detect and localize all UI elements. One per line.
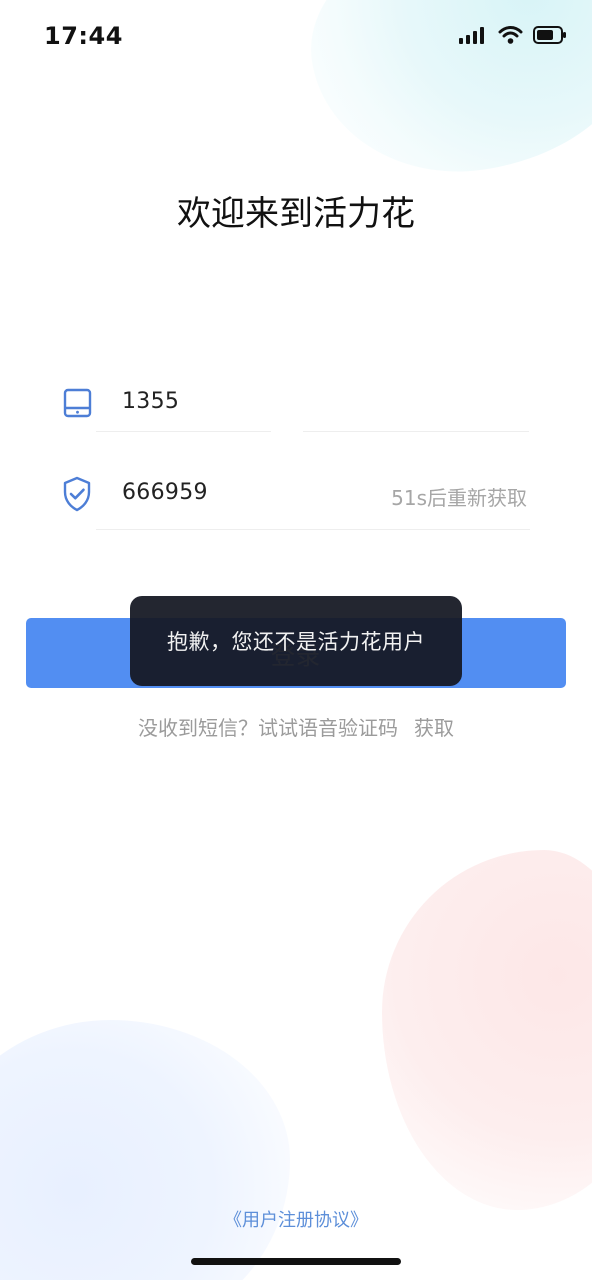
battery-icon [533, 25, 567, 49]
phone-input-underline-left [96, 431, 271, 432]
phone-field-row[interactable]: 1355 [60, 372, 530, 434]
toast-message: 抱歉，您还不是活力花用户 [167, 630, 425, 654]
error-toast: 抱歉，您还不是活力花用户 [130, 596, 462, 686]
shield-check-icon [60, 475, 94, 513]
home-indicator [191, 1258, 401, 1265]
signal-icon [458, 26, 488, 48]
verification-code-underline [96, 529, 530, 530]
phone-input[interactable]: 1355 [122, 389, 179, 414]
status-bar: 17:44 [0, 0, 592, 72]
bottom-left-decoration [0, 1020, 290, 1280]
resend-countdown: 51s后重新获取 [391, 486, 527, 510]
status-icons [458, 25, 567, 49]
phone-input-underline-right [303, 431, 529, 432]
right-decoration [382, 850, 592, 1210]
login-screen: 17:44 欢迎来到活力花 1355 666959 51s后重新获取 抱歉，您还… [0, 0, 592, 1280]
verification-code-row[interactable]: 666959 51s后重新获取 [60, 463, 530, 530]
phone-icon [60, 384, 94, 422]
wifi-icon [498, 25, 523, 49]
voice-verification-prompt: 没收到短信？试试语音验证码 [138, 716, 398, 740]
voice-code-fetch-link[interactable]: 获取 [414, 716, 454, 740]
user-agreement-link[interactable]: 《用户注册协议》 [0, 1206, 592, 1232]
voice-verification-row: 没收到短信？试试语音验证码 获取 [0, 712, 592, 741]
welcome-title: 欢迎来到活力花 [177, 194, 415, 234]
status-time: 17:44 [44, 22, 123, 50]
verification-code-input[interactable]: 666959 [122, 480, 208, 505]
